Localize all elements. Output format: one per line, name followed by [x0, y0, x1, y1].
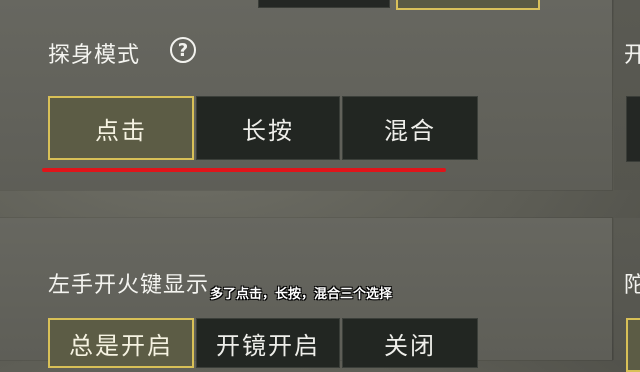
- previous-option-button[interactable]: [258, 0, 390, 8]
- right-selected-option-button[interactable]: [626, 318, 640, 372]
- peek-mode-title: 探身模式: [48, 43, 141, 68]
- fire-scope-on-option[interactable]: 开镜开启: [196, 318, 340, 368]
- right-option-button[interactable]: [626, 96, 640, 162]
- peek-mode-panel: [0, 0, 612, 190]
- peek-mode-hold-option[interactable]: 长按: [196, 96, 340, 160]
- left-fire-button-title: 左手开火键显示: [48, 273, 210, 298]
- right-section-title-partial-2: 陀: [624, 273, 640, 298]
- fire-always-on-option[interactable]: 总是开启: [48, 318, 194, 368]
- caption-annotation: 多了点击，长按，混合三个选择: [210, 287, 393, 302]
- peek-mode-click-option[interactable]: 点击: [48, 96, 194, 160]
- right-section-title-partial: 开: [624, 43, 640, 68]
- previous-selected-option-button[interactable]: [396, 0, 540, 10]
- peek-mode-mixed-option[interactable]: 混合: [342, 96, 478, 160]
- fire-off-option[interactable]: 关闭: [342, 318, 478, 368]
- red-highlight-underline: [42, 168, 446, 172]
- question-circle-icon[interactable]: ?: [170, 37, 196, 63]
